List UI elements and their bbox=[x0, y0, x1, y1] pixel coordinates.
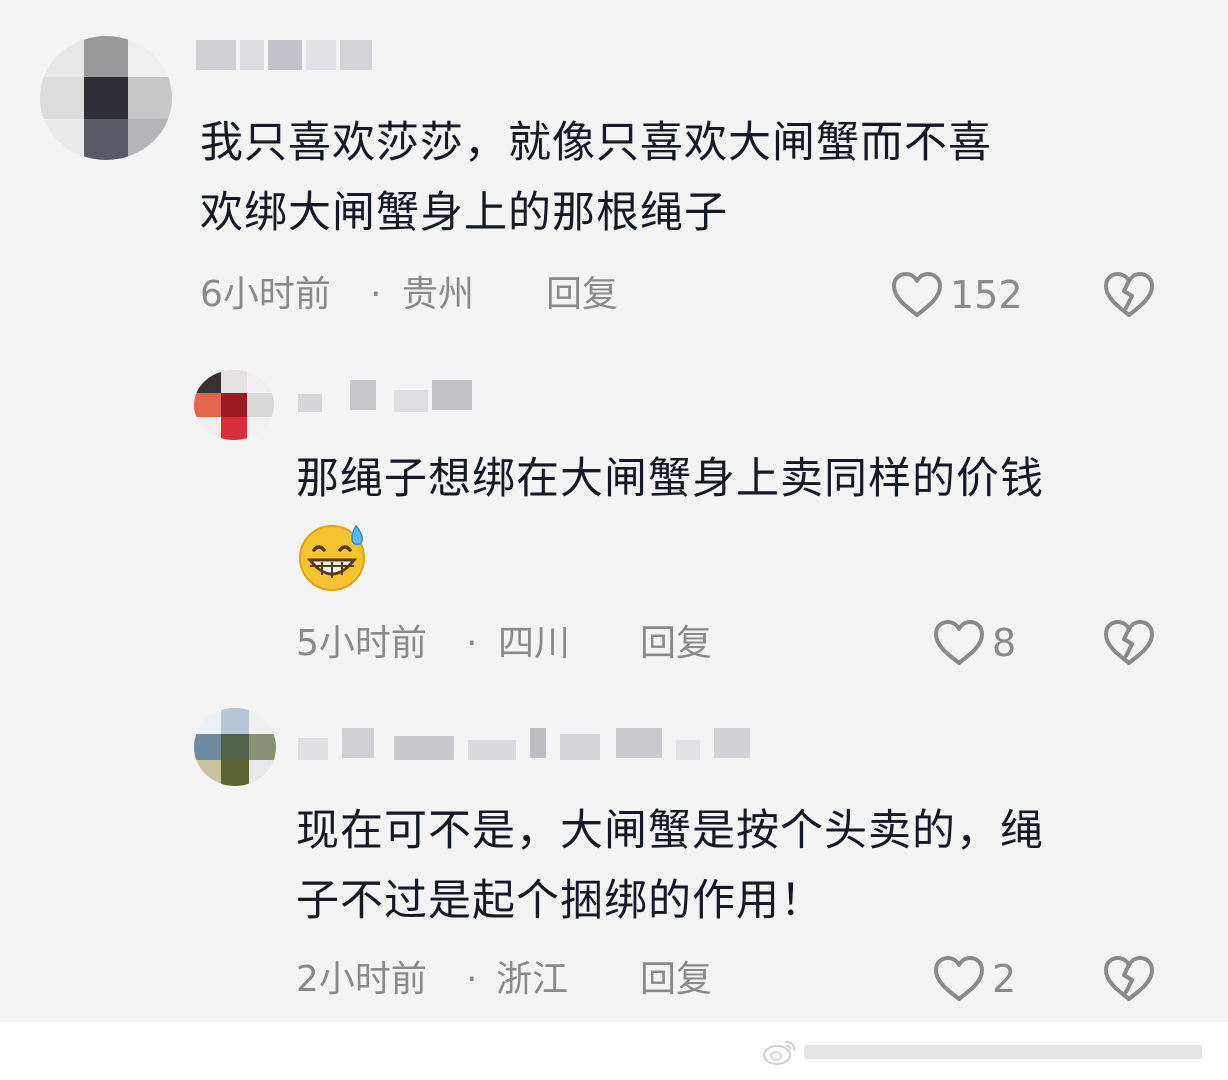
weibo-logo-icon bbox=[763, 1041, 795, 1065]
watermark-blurred-text bbox=[804, 1045, 1202, 1059]
avatar[interactable] bbox=[194, 708, 276, 786]
comment-location: 浙江 bbox=[496, 959, 569, 1000]
meta-separator: · bbox=[466, 959, 478, 1000]
like-button[interactable]: 2 bbox=[932, 954, 1016, 1004]
like-count: 2 bbox=[992, 957, 1017, 1001]
comment-text-line: 子不过是起个捆绑的作用！ bbox=[296, 876, 824, 926]
comment-text-line: 现在可不是，大闸蟹是按个头卖的，绳 bbox=[296, 806, 1044, 856]
comment-item: 现在可不是，大闸蟹是按个头卖的，绳 子不过是起个捆绑的作用！ 2小时前 · 浙江… bbox=[0, 0, 1228, 1022]
dislike-button[interactable] bbox=[1102, 954, 1156, 1004]
broken-heart-icon bbox=[1104, 956, 1154, 1001]
reply-button[interactable]: 回复 bbox=[640, 958, 712, 1002]
heart-outline-icon bbox=[934, 956, 984, 1001]
watermark bbox=[762, 1032, 1208, 1070]
comment-time: 2小时前 bbox=[296, 959, 427, 1000]
comment-list: 我只喜欢莎莎，就像只喜欢大闸蟹而不喜 欢绑大闸蟹身上的那根绳子 6小时前 · 贵… bbox=[0, 0, 1228, 1022]
username[interactable] bbox=[298, 728, 758, 762]
